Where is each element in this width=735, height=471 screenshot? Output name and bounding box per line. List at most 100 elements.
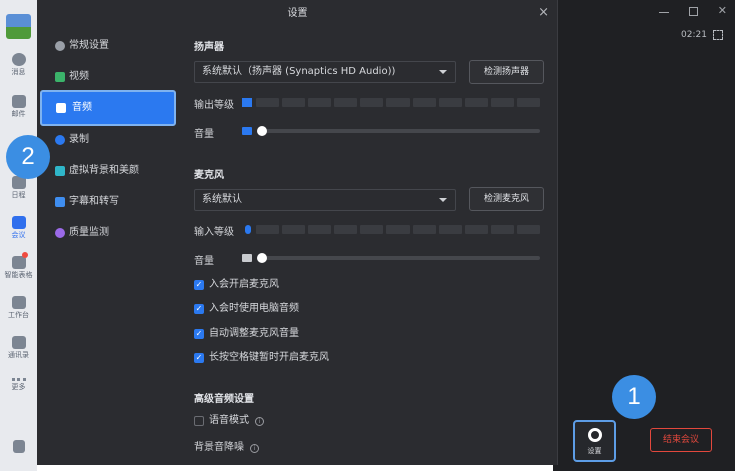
nav-label: 常规设置: [69, 40, 109, 51]
rail-item-messages[interactable]: 消息: [0, 53, 37, 77]
settings-nav: 常规设置 视频 音频 录制 虚拟背景和美颜 字幕和转写 质量监测: [37, 28, 183, 465]
rail-item-calendar[interactable]: 日程: [0, 176, 37, 200]
chat-icon: [11, 53, 26, 66]
minimize-button[interactable]: [658, 12, 669, 18]
rail-item-label: 工作台: [8, 311, 29, 319]
speaker-icon: [56, 103, 66, 113]
settings-label: 设置: [587, 447, 602, 455]
gear-icon: [55, 41, 65, 51]
app-rail: 消息 邮件 日程 会议 智能表格 工作台 通讯录 更多: [0, 0, 37, 471]
nav-quality-monitor[interactable]: 质量监测: [45, 220, 175, 246]
info-icon[interactable]: i: [250, 444, 260, 453]
step-badge-2: 2: [6, 135, 50, 179]
nav-virtual-background[interactable]: 虚拟背景和美颜: [45, 158, 175, 184]
checkbox-checked[interactable]: ✓: [194, 353, 204, 363]
notification-dot: [22, 252, 28, 258]
rail-item-bottom[interactable]: [0, 440, 37, 453]
speaker-select[interactable]: 系统默认（扬声器 (Synaptics HD Audio)): [194, 61, 456, 83]
nav-label: 音频: [72, 102, 92, 113]
maximize-button[interactable]: [688, 7, 698, 16]
nav-label: 录制: [69, 134, 89, 145]
output-level-meter: [256, 98, 541, 107]
mail-icon: [11, 95, 26, 108]
fullscreen-icon[interactable]: [713, 30, 723, 40]
record-icon: [55, 135, 65, 145]
rail-item-workbench[interactable]: 工作台: [0, 296, 37, 320]
test-mic-button[interactable]: 检测麦克风: [469, 187, 544, 211]
grid-icon: [11, 296, 26, 309]
meeting-icon: [11, 216, 26, 229]
info-icon[interactable]: i: [255, 417, 265, 426]
checkbox-checked[interactable]: ✓: [194, 280, 204, 290]
mic-volume-label: 音量: [194, 256, 214, 267]
option-label: 长按空格键暂时开启麦克风: [209, 352, 329, 363]
nav-record[interactable]: 录制: [45, 127, 175, 153]
nav-label: 视频: [69, 71, 89, 82]
mic-section-title: 麦克风: [194, 170, 224, 181]
checkbox-checked[interactable]: ✓: [194, 329, 204, 339]
mic-select[interactable]: 系统默认: [194, 189, 456, 211]
nav-label: 字幕和转写: [69, 196, 119, 207]
option-label: 入会时使用电脑音频: [209, 303, 299, 314]
rail-item-label: 日程: [11, 191, 26, 199]
nav-captions[interactable]: 字幕和转写: [45, 189, 175, 215]
option-music-mode[interactable]: 语音模式 i: [194, 414, 265, 428]
mic-volume-slider[interactable]: [257, 253, 540, 263]
rail-item-meeting[interactable]: 会议: [0, 216, 37, 240]
noise-reduction-label: 背景音降噪 i: [194, 438, 260, 453]
caption-icon: [55, 197, 65, 207]
option-computer-audio[interactable]: ✓ 入会时使用电脑音频: [194, 302, 299, 316]
input-level-meter: [256, 225, 541, 234]
nav-video[interactable]: 视频: [45, 64, 175, 90]
option-mic-on-join[interactable]: ✓ 入会开启麦克风: [194, 278, 279, 292]
close-window-button[interactable]: ✕: [718, 4, 727, 18]
input-level-label: 输入等级: [194, 227, 234, 238]
user-avatar[interactable]: [6, 14, 31, 39]
rail-item-label: 会议: [11, 231, 26, 239]
nav-general[interactable]: 常规设置: [45, 33, 175, 59]
meeting-settings-button[interactable]: 设置: [573, 420, 616, 462]
more-icon: [11, 378, 26, 381]
chevron-down-icon: [439, 70, 447, 74]
option-label: 入会开启麦克风: [209, 279, 279, 290]
background-icon: [55, 166, 65, 176]
checkbox-unchecked[interactable]: [194, 416, 204, 426]
slider-knob[interactable]: [257, 126, 267, 136]
speaker-level-icon: [242, 98, 252, 107]
output-level-label: 输出等级: [194, 100, 234, 111]
speaker-volume-label: 音量: [194, 129, 214, 140]
rail-item-more[interactable]: 更多: [0, 378, 37, 392]
option-push-to-talk[interactable]: ✓ 长按空格键暂时开启麦克风: [194, 351, 329, 365]
close-icon[interactable]: ×: [538, 6, 549, 20]
nav-label: 质量监测: [69, 227, 109, 238]
end-meeting-button[interactable]: 结束会议: [650, 428, 712, 452]
speaker-select-value: 系统默认（扬声器 (Synaptics HD Audio)): [202, 66, 396, 77]
rail-item-mail[interactable]: 邮件: [0, 95, 37, 119]
gear-icon: [587, 428, 602, 442]
test-speaker-button[interactable]: 检测扬声器: [469, 60, 544, 84]
slider-knob[interactable]: [257, 253, 267, 263]
monitor-icon: [55, 228, 65, 238]
step-badge-1: 1: [612, 375, 656, 419]
contacts-icon: [11, 336, 26, 349]
advanced-section-title: 高级音频设置: [194, 394, 254, 405]
mic-select-value: 系统默认: [202, 194, 242, 205]
option-label: 自动调整麦克风音量: [209, 328, 299, 339]
rail-item-smart-sheet[interactable]: 智能表格: [0, 256, 37, 280]
rail-item-label: 通讯录: [8, 351, 29, 359]
rail-item-label: 消息: [11, 68, 26, 76]
option-auto-adjust-volume[interactable]: ✓ 自动调整麦克风音量: [194, 327, 299, 341]
apps-icon: [12, 440, 25, 453]
rail-item-contacts[interactable]: 通讯录: [0, 336, 37, 360]
checkbox-checked[interactable]: ✓: [194, 304, 204, 314]
meeting-timer: 02:21: [681, 30, 707, 40]
nav-audio[interactable]: 音频: [40, 90, 176, 126]
rail-item-label: 更多: [11, 383, 26, 391]
window-controls: ✕: [658, 4, 727, 18]
rail-item-label: 智能表格: [4, 271, 33, 279]
mic-level-icon: [245, 225, 251, 234]
speaker-volume-slider[interactable]: [257, 126, 540, 136]
speaker-section-title: 扬声器: [194, 42, 224, 53]
dialog-title: 设置: [287, 8, 308, 19]
video-icon: [55, 72, 65, 82]
